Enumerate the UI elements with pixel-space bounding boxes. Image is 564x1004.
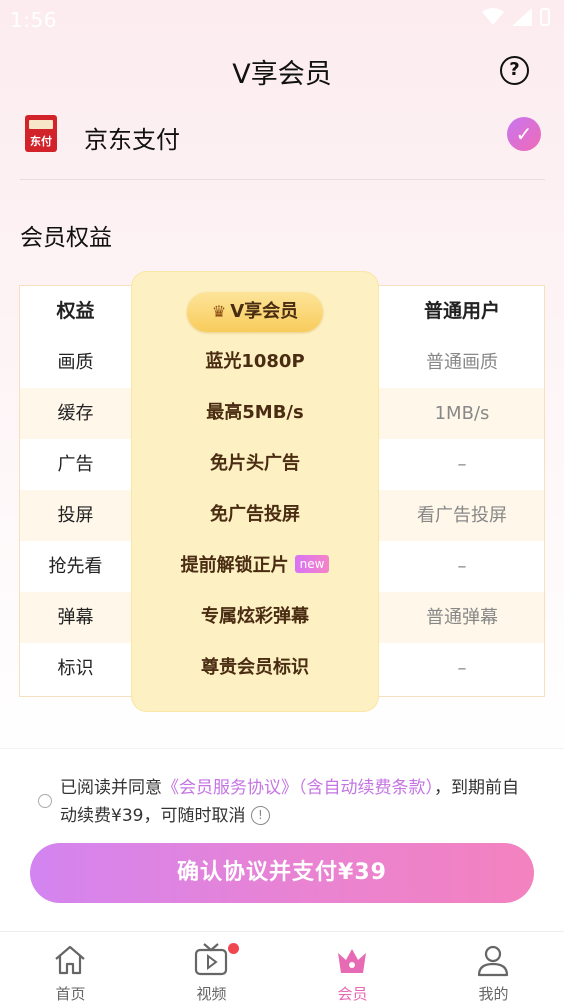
header-normal-user: 普通用户: [423, 300, 500, 322]
agreement-link[interactable]: 《会员服务协议》（含自动续费条款）: [162, 778, 434, 798]
normal-value: –: [457, 454, 467, 475]
normal-value: –: [457, 658, 467, 679]
benefit-name: 投屏: [57, 505, 94, 526]
vip-value-text: 专属炫彩弹幕: [201, 606, 309, 627]
payment-method-name: 京东支付: [84, 126, 180, 154]
vip-value-text: 提前解锁正片: [180, 555, 289, 576]
payment-method-row[interactable]: 东付 京东支付 ✓: [20, 108, 545, 180]
vip-value-text: 免片头广告: [210, 453, 300, 474]
benefit-name: 广告: [57, 454, 94, 475]
page-header: V享会员 ?: [0, 48, 564, 94]
tab-label: 视频: [196, 985, 227, 1003]
new-badge: new: [294, 555, 330, 573]
benefit-name: 画质: [57, 352, 94, 373]
logo-strip: [29, 120, 53, 129]
agree-radio[interactable]: [38, 794, 52, 808]
status-icons: [482, 8, 550, 26]
normal-value: 1MB/s: [434, 403, 490, 424]
normal-value: 普通弹幕: [426, 607, 498, 628]
status-time: 1:56: [10, 8, 57, 32]
signal-icon: [512, 8, 532, 26]
vip-value: 提前解锁正片 new: [131, 540, 379, 591]
help-button[interactable]: ?: [500, 56, 529, 85]
vip-value-text: 最高5MB/s: [206, 402, 304, 423]
profile-icon: [477, 945, 509, 977]
benefit-name: 缓存: [57, 403, 94, 424]
vip-value: 免广告投屏: [131, 489, 379, 540]
header-benefit: 权益: [56, 300, 95, 322]
normal-value: 看广告投屏: [417, 505, 507, 526]
notification-dot: [228, 943, 239, 954]
tab-vip[interactable]: 会员: [282, 932, 423, 1004]
info-icon[interactable]: !: [250, 805, 270, 825]
benefit-name: 标识: [57, 658, 94, 679]
vip-column: ♛ V享会员 蓝光1080P 最高5MB/s 免片头广告 免广告投屏 提前解锁正片…: [131, 271, 379, 712]
tab-label: 首页: [55, 985, 86, 1003]
divider: [0, 748, 564, 749]
crown-icon: [338, 949, 366, 973]
confirm-pay-button[interactable]: 确认协议并支付¥39: [30, 843, 534, 903]
vip-value: 尊贵会员标识: [131, 642, 379, 693]
vip-value: 免片头广告: [131, 438, 379, 489]
bottom-tab-bar: 首页 视频 会员 我的: [0, 931, 564, 1004]
vip-value-text: 尊贵会员标识: [201, 657, 309, 678]
vip-value-text: 蓝光1080P: [205, 351, 305, 372]
section-title-benefits: 会员权益: [20, 225, 112, 251]
checkmark-icon[interactable]: ✓: [507, 117, 541, 151]
battery-icon: [540, 8, 550, 26]
status-bar: 1:56: [0, 0, 564, 40]
crown-icon: ♛: [211, 302, 227, 321]
vip-badge-label: V享会员: [230, 301, 299, 322]
vip-value-text: 免广告投屏: [210, 504, 300, 525]
benefit-name: 抢先看: [48, 556, 103, 577]
jd-pay-logo: 东付: [25, 115, 57, 152]
logo-text: 东付: [30, 135, 52, 148]
vip-badge: ♛ V享会员: [187, 292, 323, 332]
wifi-icon: [482, 8, 504, 25]
agreement-prefix: 已阅读并同意: [60, 778, 162, 798]
tab-label: 会员: [337, 985, 368, 1003]
page-title: V享会员: [232, 59, 332, 90]
normal-value: 普通画质: [426, 352, 498, 373]
vip-value: 最高5MB/s: [131, 387, 379, 438]
vip-value: 专属炫彩弹幕: [131, 591, 379, 642]
tab-home[interactable]: 首页: [0, 932, 141, 1004]
agreement-text: 已阅读并同意《会员服务协议》（含自动续费条款），到期前自动续费¥39，可随时取消…: [60, 774, 530, 830]
tab-profile[interactable]: 我的: [423, 932, 564, 1004]
tab-video[interactable]: 视频: [141, 932, 282, 1004]
home-icon: [55, 945, 85, 975]
benefit-name: 弹幕: [57, 607, 94, 628]
tv-icon: [194, 943, 228, 976]
vip-value: 蓝光1080P: [131, 336, 379, 387]
normal-value: –: [457, 556, 467, 577]
tab-label: 我的: [478, 985, 509, 1003]
